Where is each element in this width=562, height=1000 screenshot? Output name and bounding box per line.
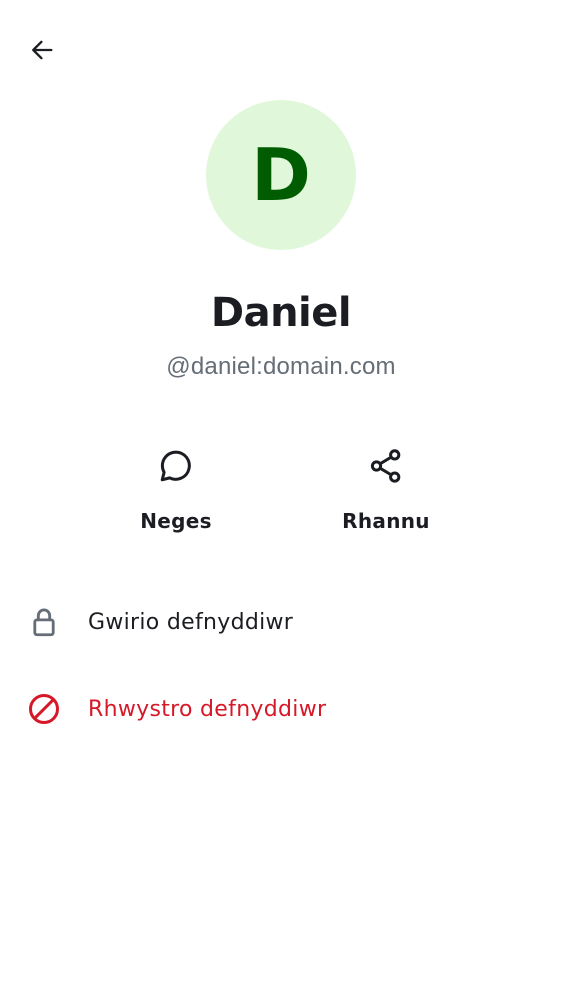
arrow-left-icon — [32, 40, 53, 60]
block-icon — [29, 694, 59, 724]
block-user-label: Rhwystro defnyddiwr — [88, 696, 327, 722]
user-id: @daniel:domain.com — [166, 353, 396, 380]
share-icon — [370, 449, 401, 483]
display-name: Daniel — [210, 290, 352, 336]
message-label: Neges — [140, 509, 212, 533]
share-label: Rhannu — [342, 509, 430, 533]
lock-icon — [33, 608, 55, 637]
back-button[interactable] — [20, 28, 64, 72]
verify-user-item[interactable]: Gwirio defnyddiwr — [0, 586, 562, 658]
chat-bubble-icon — [160, 450, 191, 482]
avatar: D — [206, 100, 356, 250]
block-user-item[interactable]: Rhwystro defnyddiwr — [0, 673, 562, 745]
avatar-initial: D — [251, 133, 311, 217]
share-button[interactable]: Rhannu — [306, 440, 466, 544]
message-button[interactable]: Neges — [96, 440, 256, 544]
verify-user-label: Gwirio defnyddiwr — [88, 609, 294, 635]
